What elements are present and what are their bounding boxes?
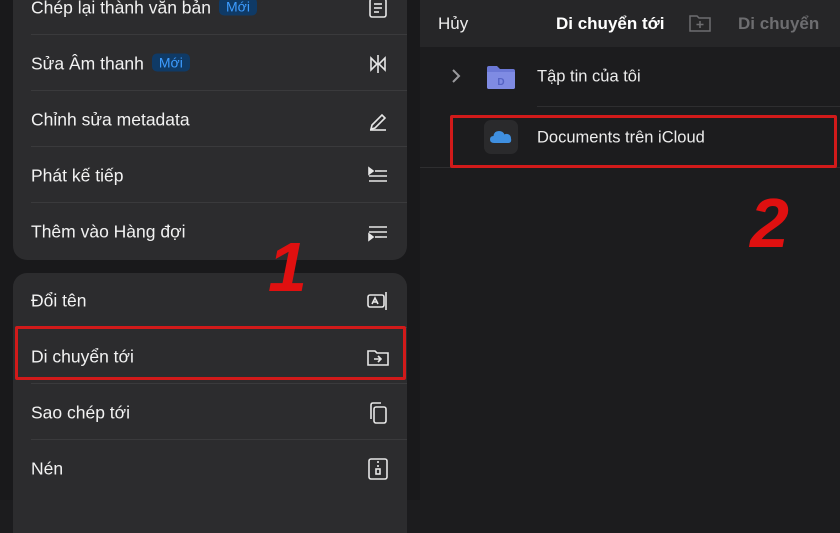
menu-item-label: Chỉnh sửa metadata	[31, 109, 190, 129]
context-menu-pane: Chép lại thành văn bản Mới Sửa Âm thanh Mớ…	[0, 0, 420, 533]
cancel-button[interactable]: Hủy	[438, 14, 468, 34]
menu-item-edit-audio[interactable]: Sửa Âm thanh Mới	[13, 36, 407, 91]
menu-item-add-to-queue[interactable]: Thêm vào Hàng đợi	[13, 204, 407, 259]
folder-row-my-files[interactable]: D Tập tin của tôi	[420, 48, 840, 106]
picker-toolbar: Hủy Di chuyển tới Di chuyển	[420, 0, 840, 47]
divider	[537, 106, 840, 107]
menu-item-compress[interactable]: Nén	[13, 441, 407, 496]
menu-group-file: Đổi tên Di chuyển tới Sao chép tới Nén	[13, 273, 407, 533]
menu-item-label: Phát kế tiếp	[31, 165, 124, 185]
menu-item-label: Thêm vào Hàng đợi	[31, 221, 186, 241]
copy-icon	[366, 401, 390, 425]
menu-item-edit-metadata[interactable]: Chỉnh sửa metadata	[13, 92, 407, 147]
svg-text:D: D	[497, 77, 504, 88]
picker-title: Di chuyển tới	[556, 14, 665, 33]
zip-icon	[366, 457, 390, 481]
play-next-icon	[366, 164, 390, 188]
folder-label: Tập tin của tôi	[537, 67, 641, 86]
menu-item-transcribe[interactable]: Chép lại thành văn bản Mới	[13, 0, 407, 35]
menu-item-play-next[interactable]: Phát kế tiếp	[13, 148, 407, 203]
pencil-icon	[366, 108, 390, 132]
menu-item-label: Đổi tên	[31, 290, 87, 310]
step-number-1: 1	[268, 228, 307, 306]
highlight-icloud-documents	[450, 115, 837, 168]
menu-item-label: Chép lại thành văn bản	[31, 0, 211, 17]
divider	[31, 439, 407, 440]
chevron-right-icon[interactable]	[450, 68, 462, 84]
add-to-queue-icon	[366, 220, 390, 244]
menu-item-label: Sửa Âm thanh	[31, 53, 144, 73]
folder-icon: D	[484, 60, 518, 94]
transcript-icon	[366, 0, 390, 20]
menu-item-rename[interactable]: Đổi tên	[13, 273, 407, 328]
step-number-2: 2	[750, 184, 789, 262]
divider	[31, 146, 407, 147]
move-button[interactable]: Di chuyển	[738, 14, 819, 34]
divider	[31, 383, 407, 384]
divider	[31, 202, 407, 203]
highlight-move-to	[15, 326, 406, 380]
menu-item-copy-to[interactable]: Sao chép tới	[13, 385, 407, 440]
rename-icon	[366, 289, 390, 313]
menu-item-label: Nén	[31, 458, 64, 478]
divider	[31, 90, 407, 91]
new-badge: Mới	[151, 53, 190, 71]
audio-edit-icon	[366, 52, 390, 76]
new-folder-icon[interactable]	[688, 11, 712, 35]
divider	[31, 34, 407, 35]
menu-item-label: Sao chép tới	[31, 402, 131, 422]
new-badge: Mới	[219, 0, 257, 15]
menu-group-edit: Chép lại thành văn bản Mới Sửa Âm thanh Mớ…	[13, 0, 407, 260]
